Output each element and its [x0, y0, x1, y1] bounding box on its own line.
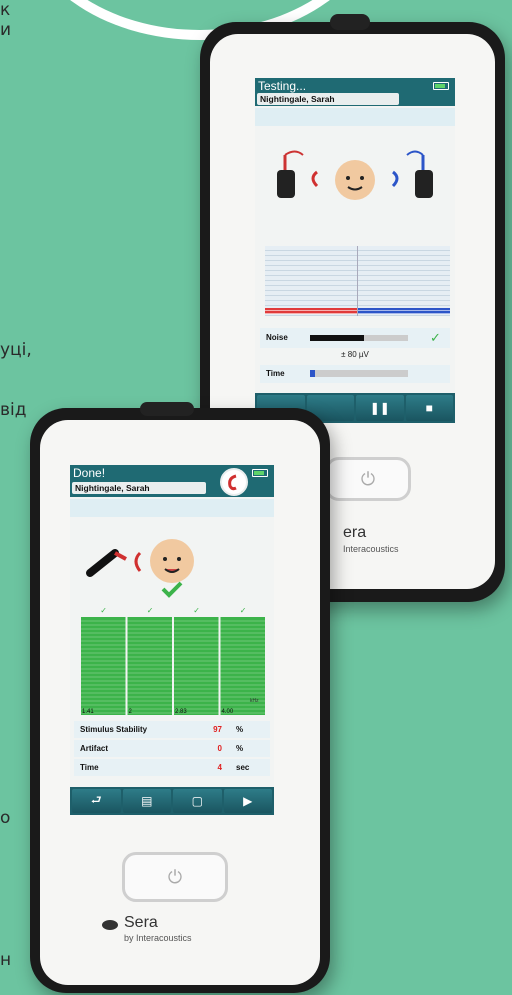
- return-button[interactable]: ⮐: [72, 789, 121, 813]
- noise-meter-fill: [310, 335, 364, 341]
- screen-title: Done!: [73, 466, 106, 480]
- power-button[interactable]: ⏻: [122, 852, 228, 902]
- freq-column-bar: [174, 617, 219, 715]
- device-top-button[interactable]: [330, 14, 370, 30]
- time-progress-fill: [310, 370, 315, 377]
- freq-axis: 1.41 2 2.83 4.00: [80, 709, 266, 719]
- power-button[interactable]: ⏻: [325, 457, 411, 501]
- freq-column-bar: [127, 617, 172, 715]
- fragment-text: від: [0, 400, 27, 420]
- right-ear-bar: [358, 308, 450, 314]
- ear-select-button[interactable]: [220, 468, 248, 496]
- fragment-text: к: [0, 0, 11, 20]
- result-unit: sec: [236, 763, 250, 772]
- brand-sub-text: by Interacoustics: [124, 933, 192, 943]
- return-icon: ⮐: [90, 792, 102, 807]
- freq-tick-label: 1.41: [82, 709, 94, 715]
- noise-value: ± 80 µV: [341, 350, 369, 359]
- comment-icon: ▢: [191, 794, 203, 808]
- clipboard-button[interactable]: ▤: [122, 789, 171, 813]
- probe-illustration: [86, 539, 194, 598]
- result-value: 97: [213, 725, 222, 734]
- right-ear-icon: [391, 170, 399, 188]
- battery-icon: [433, 82, 449, 90]
- result-label: Stimulus Stability: [80, 725, 148, 734]
- freq-tick-label: 4.00: [221, 709, 234, 715]
- noise-ok-check-icon: ✓: [430, 330, 441, 345]
- results-table: Stimulus Stability 97% Artifact 0% Time 4 sec: [74, 721, 270, 778]
- screen-title: Testing...: [258, 79, 307, 93]
- chart-divider: [357, 246, 358, 316]
- patient-name: Nightingale, Sarah: [72, 482, 206, 494]
- info-band: [70, 499, 274, 517]
- stop-button[interactable]: ■: [405, 395, 453, 421]
- pass-check-icon: [161, 581, 183, 598]
- baby-face-icon: [335, 160, 375, 200]
- time-label: Time: [266, 369, 285, 378]
- power-icon: ⏻: [167, 866, 183, 887]
- stop-icon: ■: [425, 401, 433, 415]
- result-row: Artifact 0%: [74, 740, 270, 757]
- fragment-text: и: [0, 20, 12, 40]
- freq-unit: kHz: [250, 698, 259, 704]
- screen-header: Testing... Nightingale, Sarah: [255, 78, 455, 106]
- freq-pass-check-icon: ✓: [240, 606, 247, 615]
- result-unit: %: [236, 744, 244, 753]
- front-device: Done! Nightingale, Sarah ✓ ✓ ✓ ✓ kHz 1.4…: [30, 402, 330, 993]
- info-band: [255, 108, 455, 126]
- left-probe-icon: [277, 150, 304, 198]
- back-screen: Testing... Nightingale, Sarah Noise ✓ ± …: [255, 78, 455, 423]
- ear-icon: [134, 551, 142, 572]
- sera-logo-icon: [102, 920, 118, 930]
- result-row: Stimulus Stability 97%: [74, 721, 270, 738]
- front-button-bar: ⮐ ▤ ▢ ▶: [70, 787, 274, 815]
- result-unit: %: [236, 725, 244, 734]
- comment-button[interactable]: ▢: [173, 789, 222, 813]
- fragment-text: о: [0, 808, 11, 828]
- fragment-text: н: [0, 950, 12, 970]
- probe-illustration: [277, 150, 433, 200]
- baby-face-icon: [150, 539, 194, 583]
- fragment-text: уці,: [0, 340, 32, 360]
- freq-pass-check-icon: ✓: [147, 606, 154, 615]
- pause-icon: ❚❚: [369, 401, 390, 415]
- response-chart: ✓ ✓ ✓ ✓: [81, 606, 265, 715]
- freq-pass-check-icon: ✓: [193, 606, 200, 615]
- freq-tick-label: 2.83: [175, 709, 187, 715]
- right-probe-icon: [406, 150, 433, 198]
- freq-tick-label: 2: [128, 709, 132, 715]
- power-icon: ⏻: [360, 468, 376, 489]
- battery-icon: [252, 469, 268, 477]
- pause-button[interactable]: ❚❚: [356, 395, 404, 421]
- result-label: Time: [80, 763, 99, 772]
- result-value: 4: [217, 763, 222, 772]
- result-row: Time 4 sec: [74, 759, 270, 776]
- patient-name: Nightingale, Sarah: [257, 93, 399, 105]
- brand-logo-text: era: [343, 524, 367, 541]
- result-label: Artifact: [80, 744, 109, 753]
- left-ear-icon: [311, 170, 319, 188]
- left-ear-bar: [265, 308, 357, 314]
- clipboard-icon: ▤: [141, 794, 153, 808]
- noise-meter: [310, 335, 408, 341]
- probe-icon: [86, 549, 127, 577]
- result-value: 0: [217, 744, 222, 753]
- play-button[interactable]: ▶: [223, 789, 272, 813]
- noise-label: Noise: [266, 333, 288, 342]
- freq-column-bar: [81, 617, 126, 715]
- noise-row: Noise ✓: [260, 328, 450, 348]
- screen-header: Done! Nightingale, Sarah: [70, 465, 274, 497]
- play-icon: ▶: [243, 794, 253, 808]
- device-top-button[interactable]: [140, 402, 194, 416]
- time-row: Time: [260, 365, 450, 383]
- brand-sub-text: Interacoustics: [343, 544, 399, 554]
- time-progress-bar: [310, 370, 408, 377]
- ear-icon: [228, 474, 237, 491]
- front-screen: Done! Nightingale, Sarah ✓ ✓ ✓ ✓ kHz 1.4…: [70, 465, 274, 815]
- freq-pass-check-icon: ✓: [100, 606, 107, 615]
- brand-logo-text: Sera: [124, 914, 158, 931]
